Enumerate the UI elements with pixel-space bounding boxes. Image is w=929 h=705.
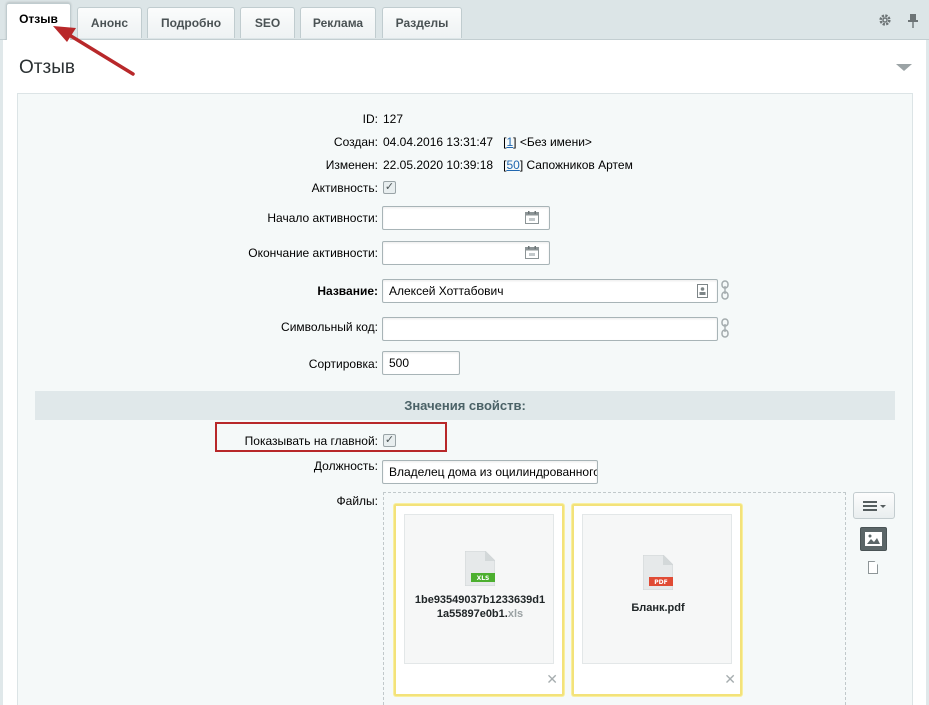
- active-label: Активность:: [311, 181, 378, 195]
- show-main-checkbox[interactable]: ✓: [383, 434, 396, 447]
- active-checkbox[interactable]: ✓: [383, 181, 396, 194]
- pin-icon[interactable]: [905, 12, 921, 28]
- tab-label: Реклама: [312, 16, 364, 30]
- tab-label: Отзыв: [19, 11, 58, 26]
- tab-ads[interactable]: Реклама: [300, 7, 376, 38]
- file-name: 1be93549037b1233639d1 1a55897e0b1.xls: [409, 593, 551, 621]
- tab-details[interactable]: Подробно: [147, 7, 235, 38]
- file-name: Бланк.pdf: [631, 602, 685, 614]
- position-label: Должность:: [313, 459, 378, 473]
- created-info: 04.04.2016 13:31:47 [1] <Без имени>: [383, 135, 592, 149]
- tab-seo[interactable]: SEO: [240, 7, 295, 38]
- files-label: Файлы:: [336, 494, 378, 508]
- transliterate-icon[interactable]: [697, 284, 708, 298]
- svg-text:XLS: XLS: [477, 575, 490, 582]
- tab-label: Разделы: [395, 16, 449, 30]
- name-label: Название:: [317, 284, 378, 298]
- gear-icon[interactable]: [877, 12, 893, 28]
- properties-section-header: Значения свойств:: [35, 391, 895, 420]
- id-value: 127: [383, 112, 404, 126]
- link-chain-icon[interactable]: [721, 318, 729, 338]
- modified-info: 22.05.2020 10:39:18 [50] Сапожников Арте…: [383, 158, 633, 172]
- svg-text:PDF: PDF: [654, 579, 667, 586]
- created-label: Создан:: [333, 135, 378, 149]
- file-name-line2: 1a55897e0b1.: [436, 608, 508, 620]
- file-thumbnail: XLS 1be93549037b1233639d1 1a55897e0b1.xl…: [404, 514, 554, 664]
- sort-label: Сортировка:: [308, 357, 378, 371]
- name-input[interactable]: Алексей Хоттабович: [382, 279, 718, 303]
- active-to-label: Окончание активности:: [248, 246, 378, 260]
- created-date: 04.04.2016 13:31:47: [383, 135, 494, 149]
- file-ext: xls: [507, 608, 524, 620]
- delete-file-icon[interactable]: ✕: [546, 671, 558, 688]
- pdf-file-icon: PDF: [642, 554, 674, 593]
- view-menu-button[interactable]: [853, 492, 895, 519]
- show-main-label: Показывать на главной:: [244, 434, 378, 448]
- tab-label: Анонс: [90, 16, 129, 30]
- image-view-button[interactable]: [860, 527, 887, 551]
- sort-input[interactable]: 500: [382, 351, 460, 375]
- created-user-link[interactable]: 1: [506, 135, 513, 149]
- code-label: Символьный код:: [281, 320, 378, 334]
- id-label: ID:: [362, 112, 378, 126]
- tab-announce[interactable]: Анонс: [77, 7, 142, 38]
- modified-user-name: Сапожников Артем: [526, 158, 633, 172]
- active-from-label: Начало активности:: [267, 211, 378, 225]
- code-input[interactable]: [382, 317, 718, 341]
- file-card[interactable]: PDF Бланк.pdf ✕: [572, 504, 742, 696]
- collapse-icon[interactable]: [896, 64, 912, 71]
- calendar-icon[interactable]: [525, 211, 539, 224]
- file-name-line1: 1be93549037b1233639d1: [414, 594, 546, 606]
- section-title: Значения свойств:: [404, 398, 526, 413]
- tab-label: SEO: [254, 16, 281, 30]
- delete-file-icon[interactable]: ✕: [724, 671, 736, 688]
- tab-label: Подробно: [160, 16, 222, 30]
- tab-review[interactable]: Отзыв: [6, 3, 71, 41]
- xls-file-icon: XLS: [464, 550, 496, 589]
- modified-label: Изменен:: [325, 158, 378, 172]
- position-input[interactable]: Владелец дома из оцилиндрованного: [382, 460, 598, 484]
- modified-user-link[interactable]: 50: [506, 158, 519, 172]
- file-card[interactable]: XLS 1be93549037b1233639d1 1a55897e0b1.xl…: [394, 504, 564, 696]
- created-user-name: <Без имени>: [519, 135, 592, 149]
- file-thumbnail: PDF Бланк.pdf: [582, 514, 732, 664]
- link-chain-icon[interactable]: [721, 280, 729, 300]
- panel-title: Отзыв: [19, 57, 75, 78]
- tab-sections[interactable]: Разделы: [382, 7, 462, 38]
- calendar-icon[interactable]: [525, 246, 539, 259]
- tab-bar: Отзыв Анонс Подробно SEO Реклама Разделы: [0, 0, 929, 41]
- modified-date: 22.05.2020 10:39:18: [383, 158, 494, 172]
